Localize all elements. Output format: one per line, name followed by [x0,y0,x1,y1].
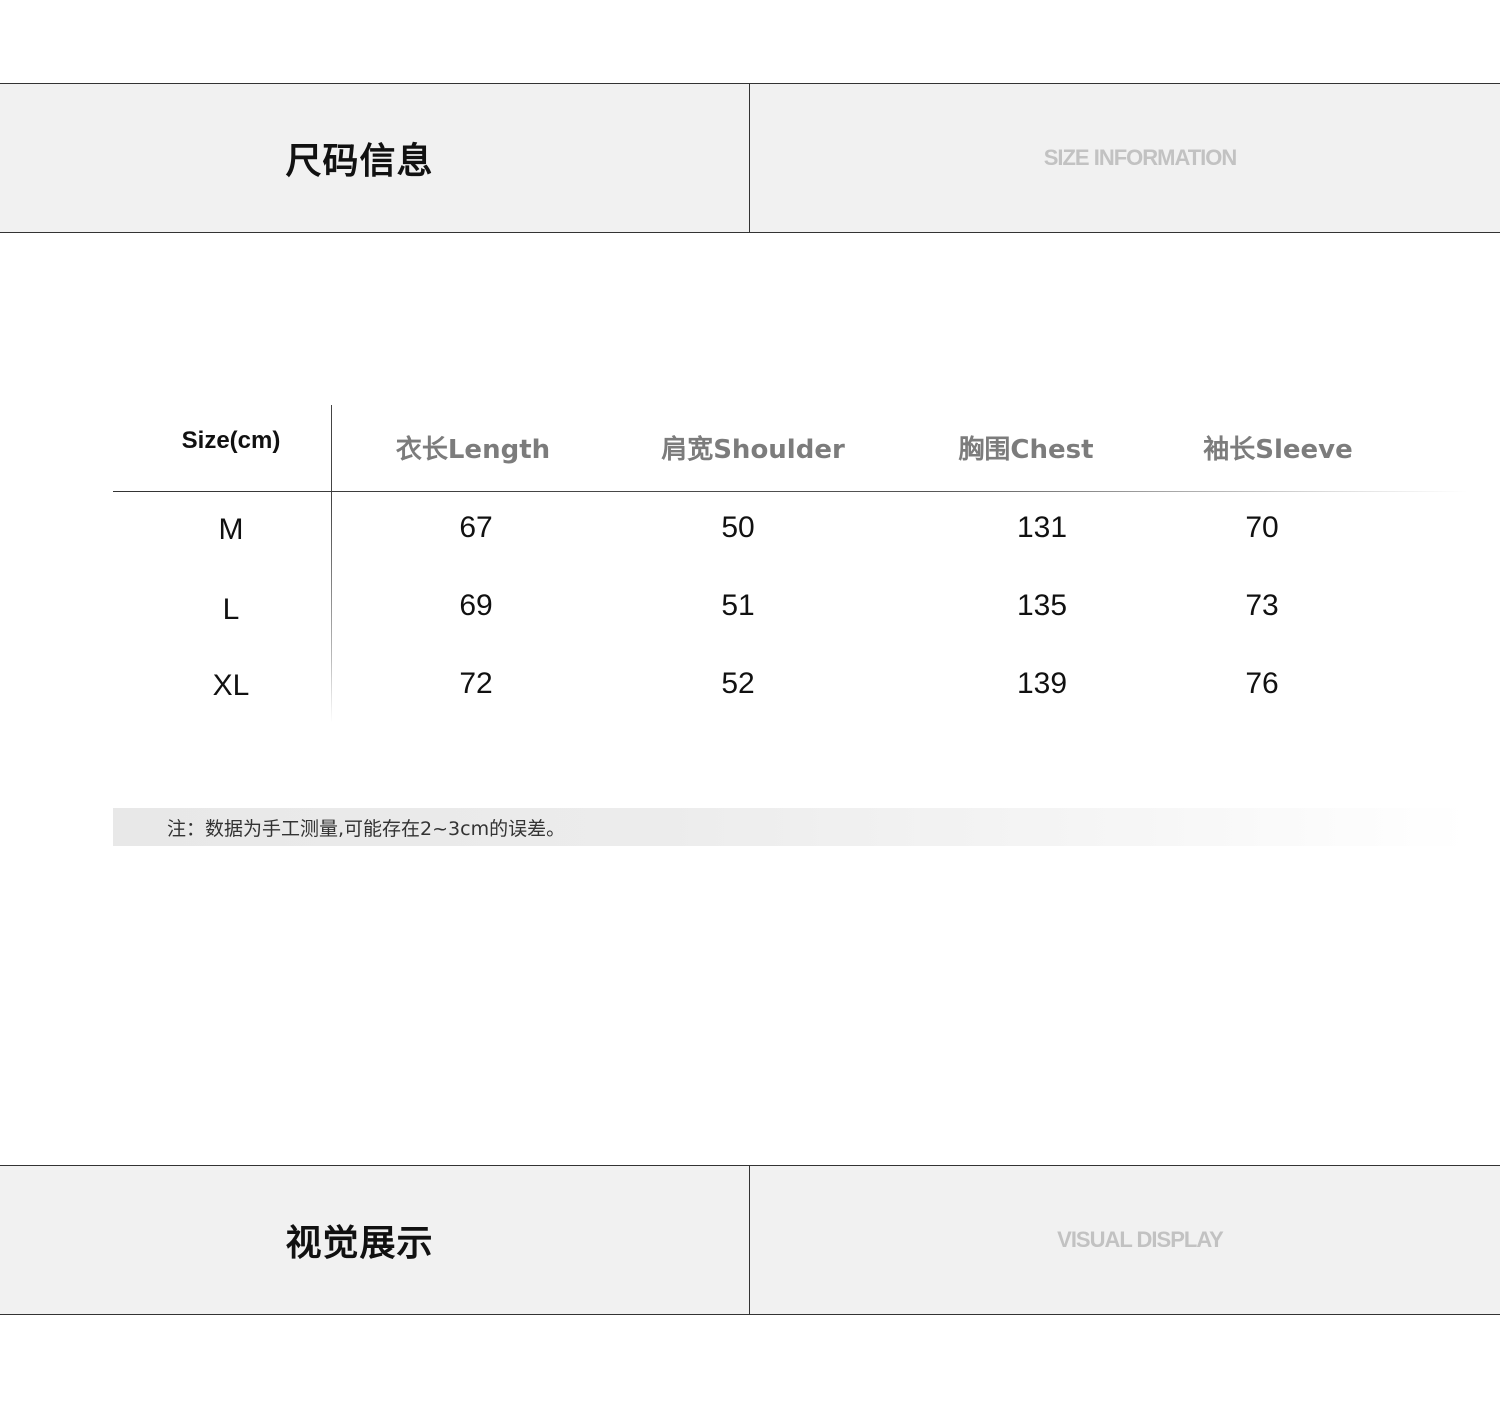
header-size: Size(cm) [181,427,281,454]
header-chest: 胸围Chest [958,435,1094,465]
row-m-shoulder: 50 [721,511,755,544]
row-l-shoulder: 51 [721,589,755,622]
row-xl-length: 72 [459,667,493,700]
table-column-divider [331,405,332,723]
size-information-subtitle-panel: SIZE INFORMATION [750,84,1500,232]
row-l-chest: 135 [1016,589,1068,622]
row-m-length: 67 [459,511,493,544]
visual-display-subtitle-panel: VISUAL DISPLAY [750,1166,1500,1314]
size-information-subtitle: SIZE INFORMATION [1043,145,1238,170]
measurement-note-bar: 注：数据为手工测量,可能存在2~3cm的误差。 [113,808,1468,846]
row-xl-chest: 139 [1016,667,1068,700]
row-xl-sleeve: 76 [1245,667,1279,700]
size-information-title-panel: 尺码信息 [0,84,750,232]
visual-display-subtitle: VISUAL DISPLAY [1057,1227,1224,1252]
row-m-sleeve: 70 [1245,511,1279,544]
header-shoulder: 肩宽Shoulder [661,435,845,465]
row-m-size: M [218,513,244,546]
size-information-banner: 尺码信息 SIZE INFORMATION [0,83,1500,233]
row-l-size: L [222,593,240,626]
visual-display-title-panel: 视觉展示 [0,1166,750,1314]
row-m-chest: 131 [1016,511,1068,544]
visual-display-title: 视觉展示 [285,1223,434,1264]
header-length: 衣长Length [395,435,551,465]
row-xl-shoulder: 52 [721,667,755,700]
table-header-divider [113,491,1468,492]
measurement-note: 注：数据为手工测量,可能存在2~3cm的误差。 [167,817,566,840]
row-xl-size: XL [212,669,250,702]
header-sleeve: 袖长Sleeve [1203,435,1353,465]
row-l-length: 69 [459,589,493,622]
row-l-sleeve: 73 [1245,589,1279,622]
size-table: Size(cm) 衣长Length 肩宽Shoulder 胸围Chest 袖长S… [113,405,1468,725]
size-information-title: 尺码信息 [285,141,434,182]
visual-display-banner: 视觉展示 VISUAL DISPLAY [0,1165,1500,1315]
